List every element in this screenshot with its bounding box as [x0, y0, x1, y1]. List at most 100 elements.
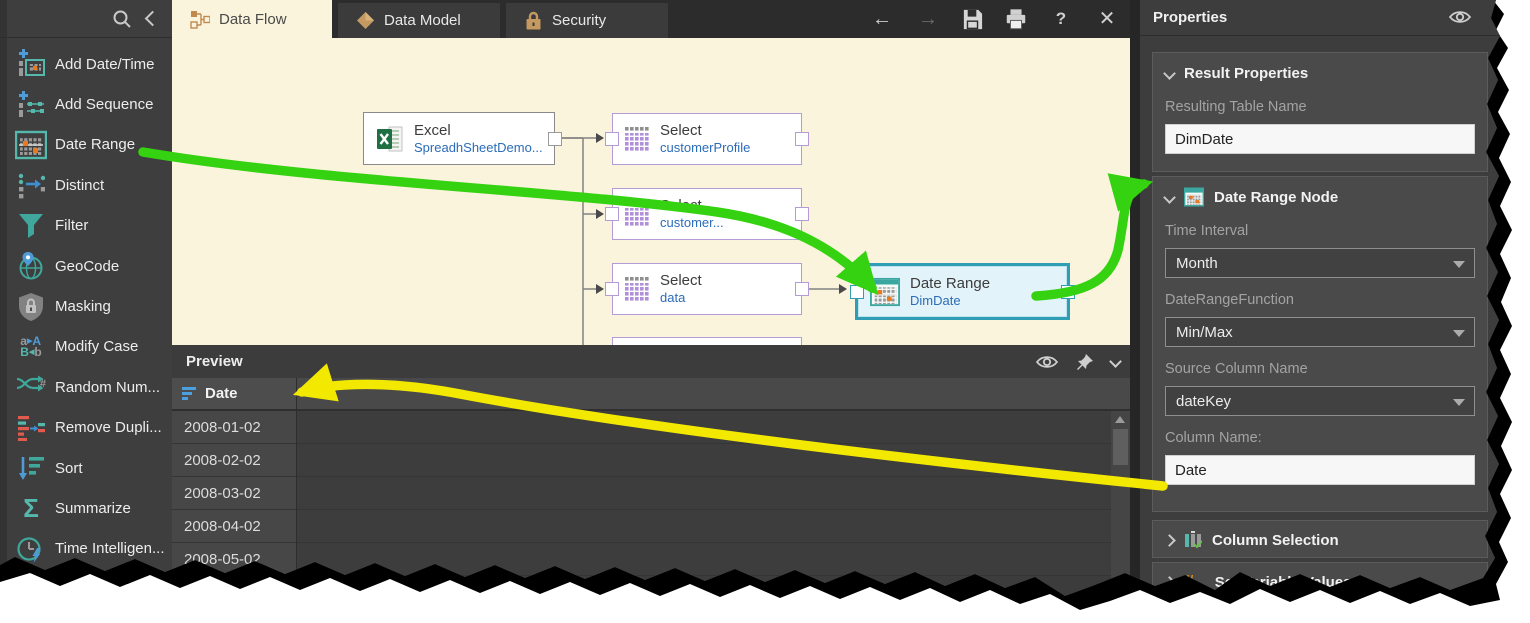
- tab-security[interactable]: Security: [506, 3, 668, 38]
- tab-data-flow[interactable]: Data Flow: [172, 0, 332, 38]
- scroll-down-arrow[interactable]: [1115, 599, 1125, 606]
- input-port[interactable]: [850, 285, 864, 299]
- node-title: Select: [660, 197, 724, 214]
- eye-icon[interactable]: [1448, 8, 1472, 26]
- source-column-dropdown[interactable]: dateKey: [1165, 386, 1475, 416]
- dropdown-value: Month: [1176, 255, 1218, 272]
- sidebar-item-label: Masking: [55, 298, 111, 315]
- output-port[interactable]: [795, 207, 809, 221]
- tab-data-model[interactable]: Data Model: [338, 3, 500, 38]
- scroll-up-arrow[interactable]: [1115, 416, 1125, 423]
- sidebar-item-label: Summarize: [55, 500, 131, 517]
- table-row[interactable]: 2008-02-02: [172, 444, 1130, 477]
- sidebar-item-modify-case[interactable]: a▶A B◀b Modify Case: [7, 327, 172, 367]
- sidebar-item-add-datetime[interactable]: Add Date/Time: [7, 44, 172, 84]
- horizontal-scrollbar[interactable]: [172, 611, 1111, 623]
- collapse-preview-icon[interactable]: [1109, 355, 1122, 368]
- modify-case-icon: a▶A B◀b: [7, 336, 55, 358]
- close-icon[interactable]: ✕: [1094, 6, 1120, 32]
- security-lock-icon: [524, 11, 543, 31]
- select-grid-icon: [625, 202, 650, 227]
- node-title: Excel: [414, 122, 543, 139]
- output-port[interactable]: [548, 132, 562, 146]
- section-header[interactable]: Column Selection: [1165, 528, 1475, 552]
- node-date-range[interactable]: Date Range DimDate: [855, 263, 1070, 320]
- section-column-selection: Column Selection: [1152, 520, 1488, 558]
- node-excel[interactable]: Excel SpreadhSheetDemo...: [363, 112, 555, 165]
- time-interval-dropdown[interactable]: Month: [1165, 248, 1475, 278]
- sidebar-item-label: Remove Dupli...: [55, 419, 162, 436]
- eye-icon[interactable]: [1035, 353, 1059, 371]
- sidebar-header: [0, 0, 172, 38]
- sidebar-item-geocode[interactable]: GeoCode: [7, 246, 172, 286]
- section-header[interactable]: Result Properties: [1165, 61, 1475, 85]
- forward-button[interactable]: →: [915, 6, 941, 32]
- remove-duplicates-icon: [7, 415, 55, 441]
- chevron-down-icon: [1163, 191, 1176, 204]
- input-port[interactable]: [605, 207, 619, 221]
- section-title: Column Selection: [1212, 532, 1339, 549]
- node-subtitle: customerProfile: [660, 139, 750, 156]
- help-icon[interactable]: ?: [1048, 6, 1074, 32]
- input-port[interactable]: [605, 282, 619, 296]
- node-select-customerprofile[interactable]: Select customerProfile: [612, 113, 802, 165]
- scrollbar-thumb[interactable]: [175, 613, 463, 622]
- tab-label: Data Model: [384, 12, 461, 29]
- sidebar-item-label: Sort: [55, 460, 83, 477]
- table-row[interactable]: 2008-04-02: [172, 510, 1130, 543]
- column-name-input[interactable]: [1165, 455, 1475, 485]
- resulting-table-name-input[interactable]: [1165, 124, 1475, 154]
- section-set-variable-values: #@ Set Variable Values: [1152, 562, 1488, 600]
- output-port[interactable]: [1061, 285, 1075, 299]
- add-sequence-icon: [7, 90, 55, 120]
- sidebar-item-date-range[interactable]: Date Range: [7, 125, 172, 165]
- column-selection-icon: [1184, 531, 1202, 549]
- pin-icon[interactable]: [1076, 353, 1094, 371]
- sidebar-item-distinct[interactable]: Distinct: [7, 165, 172, 205]
- search-icon[interactable]: [111, 8, 133, 30]
- preview-header: Preview: [172, 345, 1130, 378]
- select-grid-icon: [625, 277, 650, 302]
- collapse-sidebar-icon[interactable]: [145, 11, 161, 27]
- section-date-range-node: Date Range Node Time Interval Month Date…: [1152, 176, 1488, 512]
- output-port[interactable]: [795, 282, 809, 296]
- sidebar-item-filter[interactable]: Filter: [7, 206, 172, 246]
- sidebar-item-remove-duplicates[interactable]: Remove Dupli...: [7, 408, 172, 448]
- filter-icon: [7, 212, 55, 240]
- column-header-label: Date: [205, 385, 238, 402]
- add-datetime-icon: [7, 49, 55, 79]
- node-select-clipped[interactable]: [612, 337, 802, 345]
- date-range-icon: [7, 129, 55, 161]
- table-row[interactable]: 2008-01-02: [172, 411, 1130, 444]
- properties-title: Properties: [1153, 9, 1227, 26]
- sidebar-item-summarize[interactable]: Σ Summarize: [7, 488, 172, 528]
- back-button[interactable]: ←: [869, 6, 895, 32]
- node-select-data[interactable]: Select data: [612, 263, 802, 315]
- select-grid-icon: [625, 127, 650, 152]
- table-row[interactable]: 2008-03-02: [172, 477, 1130, 510]
- sidebar-item-masking[interactable]: Masking: [7, 286, 172, 326]
- tab-bar: Data Flow Data Model Security ← →: [172, 0, 1130, 38]
- date-cell: 2008-02-02: [172, 444, 296, 476]
- dropdown-caret-icon: [1453, 399, 1465, 406]
- node-title: Select: [660, 272, 702, 289]
- sidebar-item-time-intelligence[interactable]: Time Intelligen...: [7, 529, 172, 569]
- section-header[interactable]: Date Range Node: [1165, 185, 1475, 209]
- distinct-icon: [7, 171, 55, 199]
- sidebar-item-sort[interactable]: Sort: [7, 448, 172, 488]
- daterange-function-dropdown[interactable]: Min/Max: [1165, 317, 1475, 347]
- column-header-date[interactable]: Date: [172, 378, 296, 409]
- sidebar-item-label: Add Sequence: [55, 96, 153, 113]
- node-select-customer[interactable]: Select customer...: [612, 188, 802, 240]
- data-flow-canvas[interactable]: Excel SpreadhSheetDemo... Select custome…: [172, 38, 1130, 345]
- summarize-icon: Σ: [7, 497, 55, 519]
- scrollbar-thumb[interactable]: [1113, 429, 1128, 465]
- node-subtitle: DimDate: [910, 292, 990, 309]
- output-port[interactable]: [795, 132, 809, 146]
- sidebar-item-label: Date Range: [55, 136, 135, 153]
- print-icon[interactable]: [1004, 8, 1028, 31]
- sidebar-item-random-number[interactable]: # Random Num...: [7, 367, 172, 407]
- save-icon[interactable]: [961, 8, 984, 31]
- sidebar-item-add-sequence[interactable]: Add Sequence: [7, 84, 172, 124]
- input-port[interactable]: [605, 132, 619, 146]
